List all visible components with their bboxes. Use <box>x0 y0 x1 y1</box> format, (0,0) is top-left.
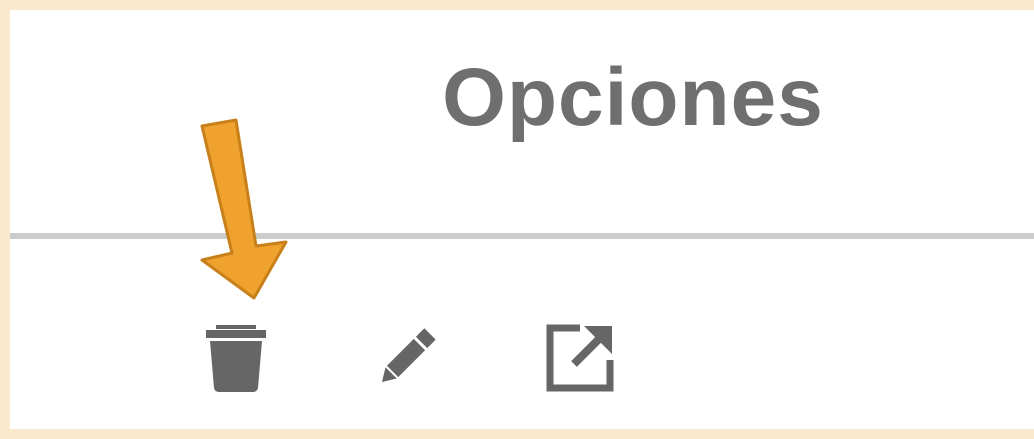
column-header-opciones: Opciones <box>442 52 824 143</box>
arrow-down-icon <box>200 118 288 300</box>
annotation-arrow <box>192 118 292 308</box>
external-link-icon <box>546 324 614 392</box>
pencil-icon <box>381 328 436 383</box>
trash-icon <box>206 325 266 392</box>
delete-button[interactable] <box>206 322 266 394</box>
header-divider <box>10 233 1034 239</box>
screenshot-frame: Opciones <box>0 0 1034 439</box>
options-panel: Opciones <box>10 10 1034 429</box>
open-button[interactable] <box>544 322 616 394</box>
edit-button[interactable] <box>370 322 442 394</box>
